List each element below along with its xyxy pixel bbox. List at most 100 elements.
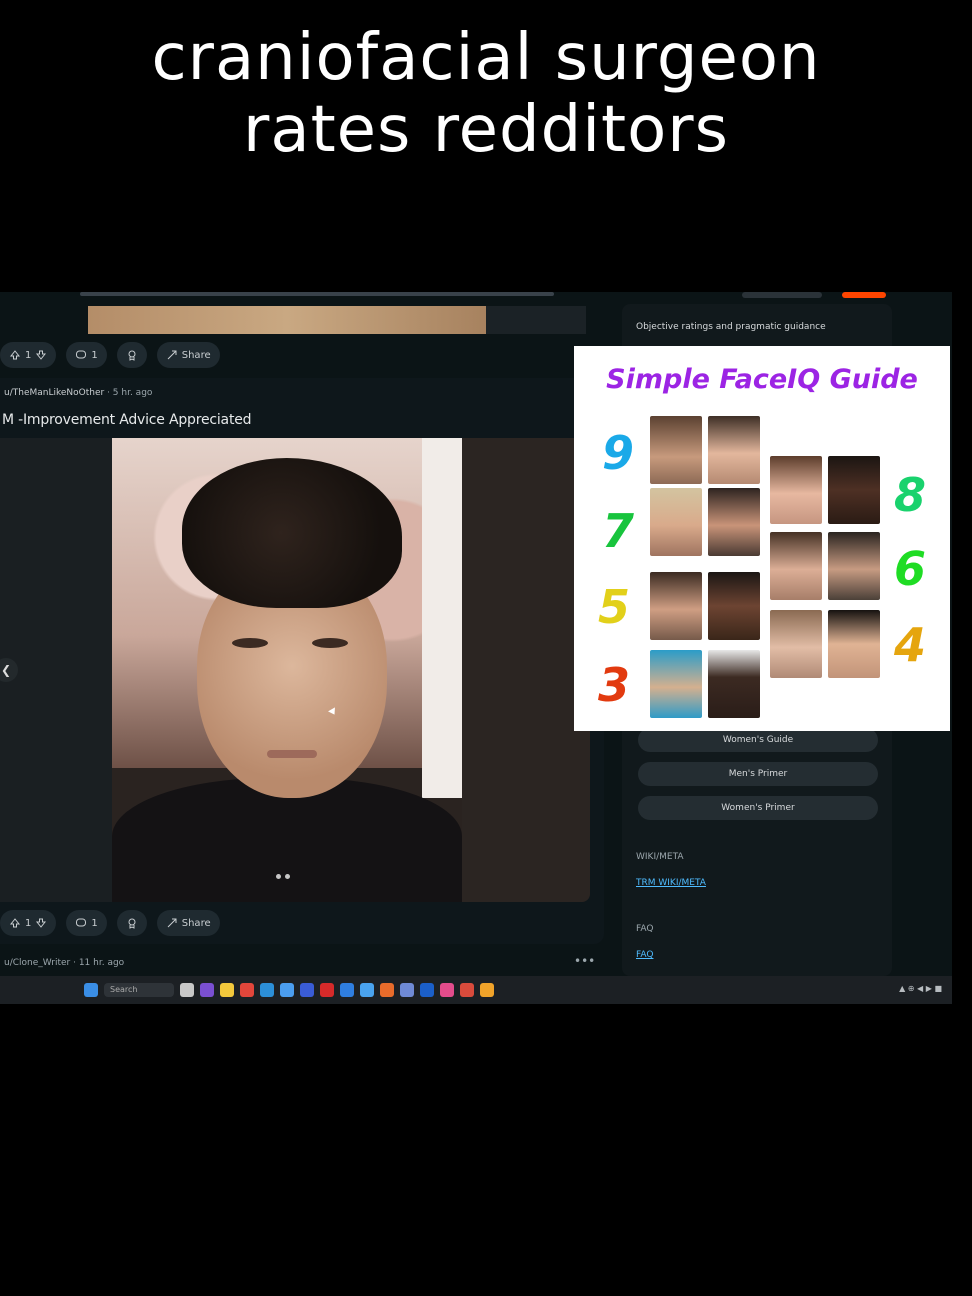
- vote-button[interactable]: 1: [0, 342, 57, 368]
- chevron-left-icon: ❮: [0, 663, 12, 677]
- app-icon[interactable]: [400, 983, 414, 997]
- vote-count: 1: [25, 349, 32, 361]
- face-thumbnail: [650, 488, 702, 556]
- more-options-icon[interactable]: •••: [574, 954, 595, 968]
- video-caption: craniofacial surgeon rates redditors: [0, 22, 972, 166]
- task-view-icon[interactable]: [180, 983, 194, 997]
- next-post-author[interactable]: u/Clone_Writer: [4, 958, 70, 968]
- sidebar-faq-link[interactable]: FAQ: [636, 950, 653, 960]
- post-meta: u/TheManLikeNoOther · 5 hr. ago: [4, 388, 152, 398]
- comments-button[interactable]: 1: [66, 910, 107, 936]
- face-thumbnail: [708, 416, 760, 484]
- rating-7: 7: [602, 504, 635, 558]
- app-icon[interactable]: [340, 983, 354, 997]
- chrome-icon[interactable]: [480, 983, 494, 997]
- app-icon[interactable]: [320, 983, 334, 997]
- previous-post-image-frame: [486, 306, 586, 334]
- face-thumbnail: [708, 650, 760, 718]
- previous-post-actions: 1 1 Share: [0, 342, 220, 368]
- rating-9: 9: [602, 426, 635, 480]
- app-icon[interactable]: [300, 983, 314, 997]
- folder-icon[interactable]: [220, 983, 234, 997]
- comments-button[interactable]: 1: [66, 342, 107, 368]
- share-button[interactable]: Share: [156, 342, 220, 368]
- share-icon: [167, 918, 177, 928]
- edge-icon[interactable]: [260, 983, 274, 997]
- comment-icon: [76, 350, 87, 359]
- share-icon: [167, 350, 177, 360]
- system-tray[interactable]: ▲ ⊕ ◀ ▶ ■: [899, 984, 942, 993]
- next-post-time: · 11 hr. ago: [73, 958, 125, 968]
- rating-8: 8: [894, 468, 927, 522]
- downvote-icon: [36, 918, 47, 928]
- sidebar-description: Objective ratings and pragmatic guidance: [636, 322, 826, 332]
- face-thumbnail: [650, 650, 702, 718]
- face-thumbnail: [650, 572, 702, 640]
- taskbar-apps: Search: [84, 983, 494, 997]
- face-thumbnail: [708, 488, 760, 556]
- app-icon[interactable]: [460, 983, 474, 997]
- face-thumbnail: [650, 416, 702, 484]
- post-title[interactable]: M -Improvement Advice Appreciated: [2, 412, 252, 428]
- app-icon[interactable]: [380, 983, 394, 997]
- award-button[interactable]: [116, 342, 147, 368]
- caption-line-1: craniofacial surgeon: [151, 21, 821, 95]
- header-button[interactable]: [742, 292, 822, 298]
- upvote-icon: [9, 918, 21, 928]
- app-icon[interactable]: [280, 983, 294, 997]
- app-icon[interactable]: [200, 983, 214, 997]
- sidebar-faq-label: FAQ: [636, 924, 654, 934]
- post-time: · 5 hr. ago: [107, 388, 153, 398]
- app-icon[interactable]: [360, 983, 374, 997]
- sidebar-button-mens-primer[interactable]: Men's Primer: [638, 762, 878, 786]
- guide-title: Simple FaceIQ Guide: [606, 364, 918, 395]
- app-icon[interactable]: [420, 983, 434, 997]
- share-label: Share: [181, 917, 211, 929]
- caption-line-2: rates redditors: [243, 93, 729, 167]
- face-thumbnail: [770, 532, 822, 600]
- upvote-icon: [9, 350, 21, 360]
- sidebar-button-womens-primer[interactable]: Women's Primer: [638, 796, 878, 820]
- face-thumbnail: [828, 610, 880, 678]
- sidebar-wiki-link[interactable]: TRM WIKI/META: [636, 878, 706, 888]
- faceiq-guide-overlay: Simple FaceIQ Guide 9 7 5 3 8 6 4: [574, 346, 950, 731]
- vote-button[interactable]: 1: [0, 910, 57, 936]
- start-icon[interactable]: [84, 983, 98, 997]
- next-post-meta: u/Clone_Writer · 11 hr. ago: [4, 958, 124, 968]
- photo-eye-right: [312, 638, 348, 648]
- award-icon: [128, 350, 136, 361]
- rating-5: 5: [598, 580, 631, 634]
- award-button[interactable]: [116, 910, 147, 936]
- award-icon: [128, 918, 136, 929]
- taskbar-search[interactable]: Search: [104, 983, 174, 997]
- sidebar-button-womens-guide[interactable]: Women's Guide: [638, 728, 878, 752]
- rating-3: 3: [598, 658, 631, 712]
- post-feed: 1 1 Share u/TheManLikeNoOther · 5 hr. ag…: [0, 292, 605, 1004]
- photo-door: [422, 438, 462, 798]
- sidebar-wiki-label: WIKI/META: [636, 852, 684, 862]
- gallery-pagination[interactable]: [276, 874, 294, 880]
- post-photo[interactable]: [112, 438, 462, 902]
- face-thumbnail: [770, 610, 822, 678]
- rating-6: 6: [894, 542, 927, 596]
- post-author[interactable]: u/TheManLikeNoOther: [4, 388, 104, 398]
- previous-post-image[interactable]: [88, 306, 486, 334]
- windows-taskbar: Search ▲ ⊕ ◀ ▶ ■: [0, 976, 952, 1004]
- media-letterbox-right: [462, 438, 590, 902]
- app-icon[interactable]: [240, 983, 254, 997]
- comment-count: 1: [91, 917, 98, 929]
- post-actions: 1 1 Share: [0, 910, 220, 936]
- face-thumbnail: [770, 456, 822, 524]
- face-thumbnail: [708, 572, 760, 640]
- photo-eye-left: [232, 638, 268, 648]
- share-button[interactable]: Share: [156, 910, 220, 936]
- face-thumbnail: [828, 456, 880, 524]
- photo-mouth: [267, 750, 317, 758]
- join-button[interactable]: [842, 292, 886, 298]
- post-media[interactable]: [0, 438, 590, 902]
- face-thumbnail: [828, 532, 880, 600]
- vote-count: 1: [25, 917, 32, 929]
- comment-count: 1: [91, 349, 98, 361]
- comment-icon: [76, 918, 87, 927]
- app-icon[interactable]: [440, 983, 454, 997]
